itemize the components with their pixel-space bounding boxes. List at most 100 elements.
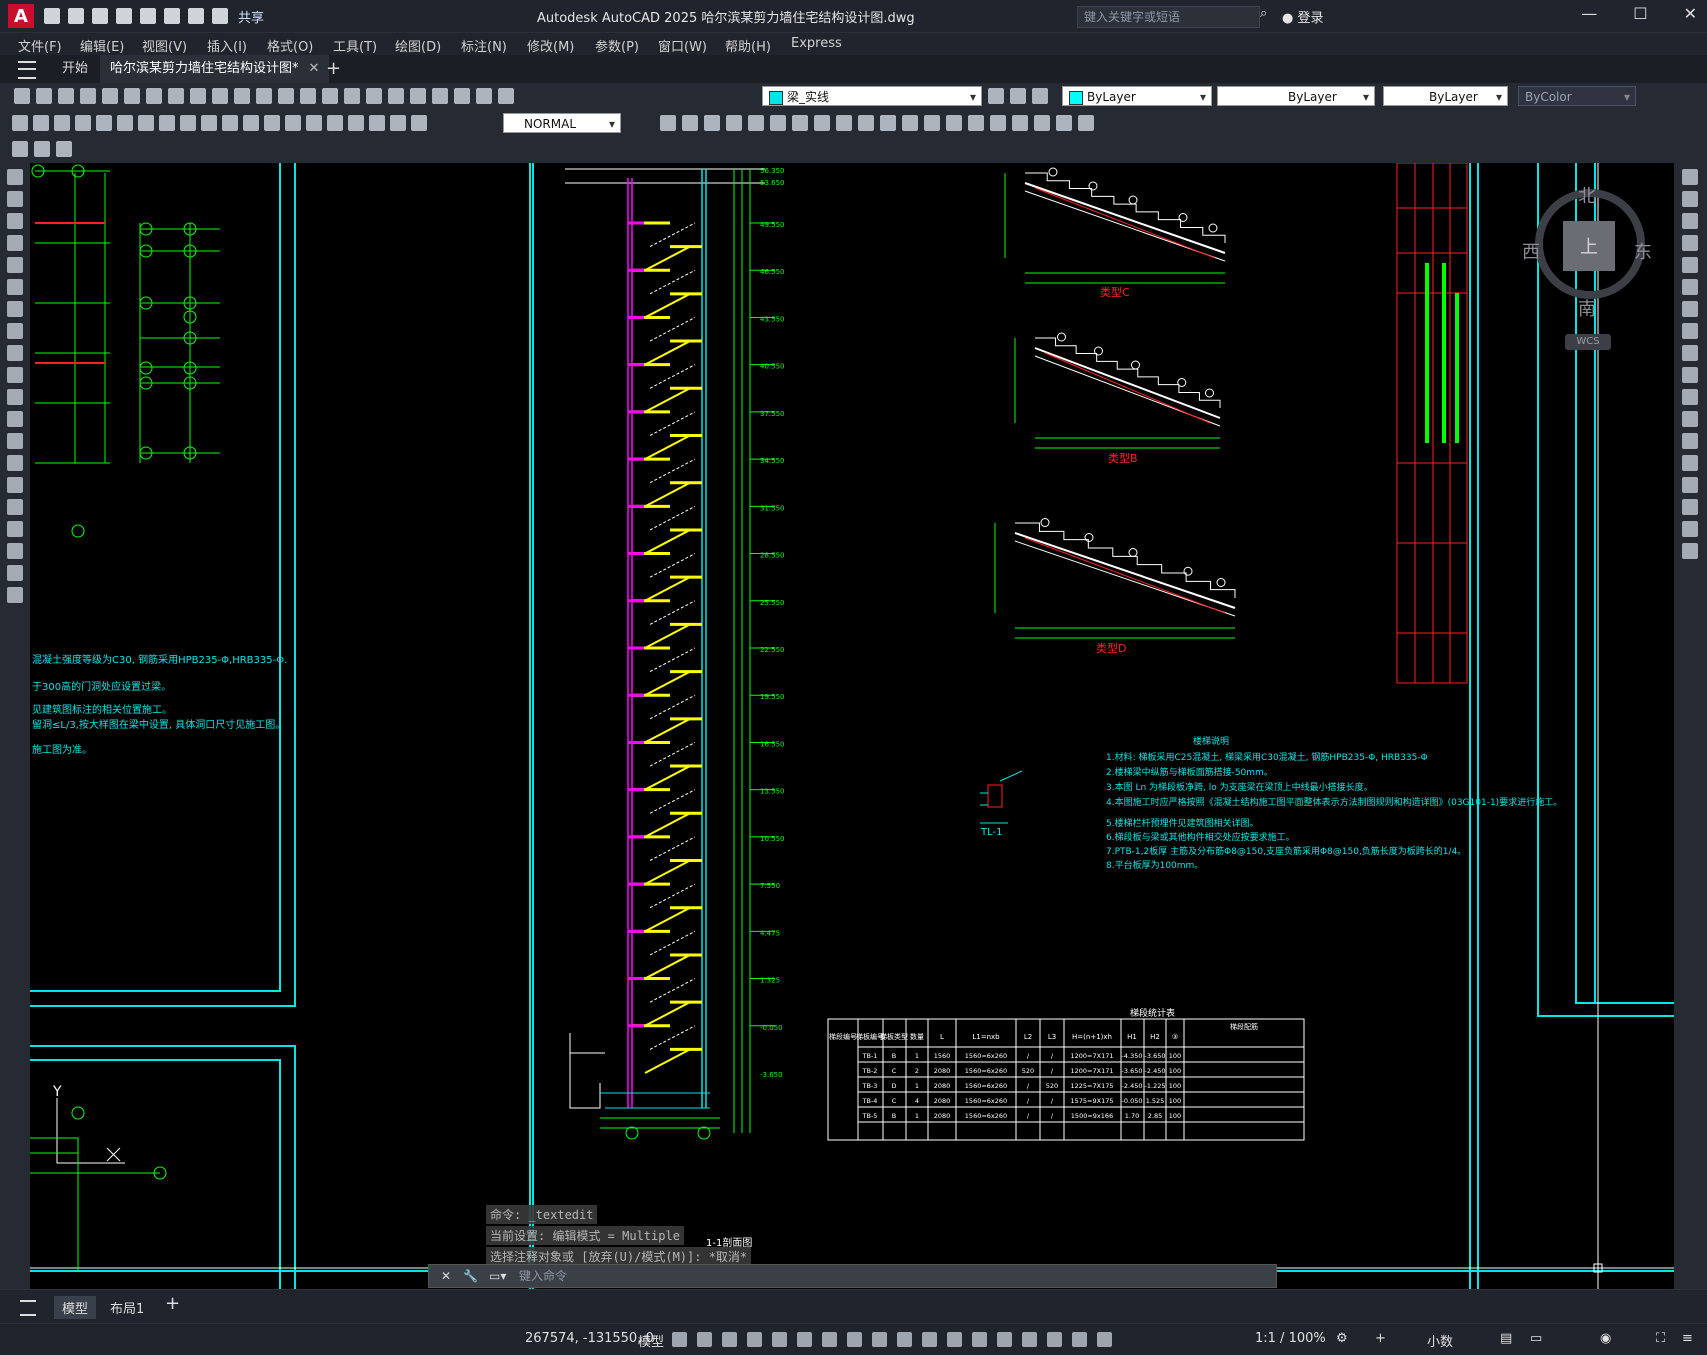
- add-selected-icon[interactable]: [7, 587, 23, 603]
- text-style-dropdown[interactable]: NORMAL ▾: [503, 113, 621, 133]
- viewcube-south[interactable]: 南: [1578, 295, 1596, 321]
- revcloud-icon[interactable]: [7, 323, 23, 339]
- rotate-icon[interactable]: [792, 115, 808, 131]
- ortho-icon[interactable]: [772, 1332, 787, 1347]
- menu-format[interactable]: 格式(O): [267, 36, 313, 55]
- polygon-icon[interactable]: [7, 235, 23, 251]
- dim-angular-icon[interactable]: [159, 115, 175, 131]
- infer-icon[interactable]: [722, 1332, 737, 1347]
- menu-insert[interactable]: 插入(I): [207, 36, 247, 55]
- new-file-icon[interactable]: [14, 88, 30, 104]
- jogged-linear-icon[interactable]: [348, 115, 364, 131]
- r-chamfer-icon[interactable]: [1682, 477, 1698, 493]
- explode-icon[interactable]: [990, 115, 1006, 131]
- grid-icon[interactable]: [672, 1332, 687, 1347]
- redo-tb-icon[interactable]: [234, 88, 250, 104]
- tab-layout1[interactable]: 布局1: [110, 1298, 144, 1317]
- view-icon[interactable]: [1078, 115, 1094, 131]
- line-icon[interactable]: [7, 169, 23, 185]
- offset-icon[interactable]: [726, 115, 742, 131]
- save-icon[interactable]: [92, 8, 108, 24]
- r-copy-icon[interactable]: [1682, 191, 1698, 207]
- r-offset-icon[interactable]: [1682, 235, 1698, 251]
- customize-icon[interactable]: 🔧: [463, 1265, 478, 1287]
- insert-block-icon[interactable]: [34, 141, 50, 157]
- osnap-icon[interactable]: [872, 1332, 887, 1347]
- dim-edit-icon[interactable]: [369, 115, 385, 131]
- insert-icon[interactable]: [7, 411, 23, 427]
- menu-tools[interactable]: 工具(T): [333, 36, 377, 55]
- login-button[interactable]: ● 登录: [1282, 7, 1324, 26]
- menu-modify[interactable]: 修改(M): [527, 36, 574, 55]
- dim-text-edit-icon[interactable]: [390, 115, 406, 131]
- make-block-icon[interactable]: [7, 433, 23, 449]
- menu-window[interactable]: 窗口(W): [658, 36, 707, 55]
- search-input[interactable]: 键入关键字或短语: [1077, 6, 1260, 28]
- dim-jogged-icon[interactable]: [117, 115, 133, 131]
- r-scale-icon[interactable]: [1682, 323, 1698, 339]
- color-dropdown[interactable]: ByLayer ▾: [1062, 86, 1212, 106]
- r-rotate-icon[interactable]: [1682, 301, 1698, 317]
- dynamic-input-icon[interactable]: [747, 1332, 762, 1347]
- r-array-icon[interactable]: [1682, 257, 1698, 273]
- dim-radius-icon[interactable]: [96, 115, 112, 131]
- open-file-icon[interactable]: [36, 88, 52, 104]
- match-prop-icon[interactable]: [190, 88, 206, 104]
- dim-break-icon[interactable]: [264, 115, 280, 131]
- table-icon[interactable]: [7, 543, 23, 559]
- fillet-icon[interactable]: [968, 115, 984, 131]
- circle-icon[interactable]: [7, 301, 23, 317]
- zoom-icon[interactable]: [278, 88, 294, 104]
- dim-continue-icon[interactable]: [222, 115, 238, 131]
- close-icon[interactable]: ✕: [1684, 4, 1697, 23]
- tool-palette-icon[interactable]: [366, 88, 382, 104]
- annotation-visibility-icon[interactable]: [1072, 1332, 1087, 1347]
- ellipse-icon[interactable]: [7, 367, 23, 383]
- ellipse-arc-icon[interactable]: [7, 389, 23, 405]
- mirror-icon[interactable]: [704, 115, 720, 131]
- layer-previous-icon[interactable]: [1010, 88, 1026, 104]
- design-center-icon[interactable]: [344, 88, 360, 104]
- menu-edit[interactable]: 编辑(E): [80, 36, 124, 55]
- lineweight-icon[interactable]: [897, 1332, 912, 1347]
- wblock-icon[interactable]: [56, 141, 72, 157]
- viewcube-west[interactable]: 西: [1522, 238, 1540, 264]
- search-icon[interactable]: ⌕: [1260, 6, 1267, 21]
- selection-cycle-icon[interactable]: [947, 1332, 962, 1347]
- menu-draw[interactable]: 绘图(D): [395, 36, 441, 55]
- layer-props-icon[interactable]: [432, 88, 448, 104]
- new-icon[interactable]: [44, 8, 60, 24]
- viewcube-north[interactable]: 北: [1578, 182, 1596, 208]
- r-stretch-icon[interactable]: [1682, 345, 1698, 361]
- hamburger-menu-icon[interactable]: [18, 61, 36, 79]
- customization-icon[interactable]: ≡: [1682, 1331, 1693, 1346]
- new-tab-icon[interactable]: +: [316, 55, 351, 83]
- snap-icon[interactable]: [697, 1332, 712, 1347]
- autoscale-icon[interactable]: [1097, 1332, 1112, 1347]
- array-icon[interactable]: [748, 115, 764, 131]
- properties-icon[interactable]: [322, 88, 338, 104]
- menu-view[interactable]: 视图(V): [142, 36, 187, 55]
- layout-menu-icon[interactable]: [20, 1300, 36, 1316]
- open-icon[interactable]: [68, 8, 84, 24]
- isodraft-icon[interactable]: [822, 1332, 837, 1347]
- plotstyle-dropdown[interactable]: ByColor ▾: [1518, 86, 1636, 106]
- block-icon[interactable]: [12, 141, 28, 157]
- join-icon[interactable]: [924, 115, 940, 131]
- dim-ordinate-icon[interactable]: [75, 115, 91, 131]
- redo-icon[interactable]: [212, 8, 228, 24]
- minimize-icon[interactable]: —: [1581, 4, 1597, 23]
- command-input[interactable]: 键入命令: [519, 1265, 567, 1287]
- linetype-dropdown[interactable]: ByLayer ▾: [1217, 86, 1375, 106]
- r-erase-icon[interactable]: [1682, 169, 1698, 185]
- r-break-icon[interactable]: [1682, 433, 1698, 449]
- layer-match-icon[interactable]: [1032, 88, 1048, 104]
- workspace-gear-icon[interactable]: ⚙: [1336, 1331, 1348, 1346]
- close-command-icon[interactable]: ✕: [441, 1265, 451, 1287]
- sun-icon[interactable]: [476, 88, 492, 104]
- fullscreen-icon[interactable]: ⛶: [1656, 1331, 1665, 1346]
- r-break-point-icon[interactable]: [1682, 411, 1698, 427]
- 3dosnap-icon[interactable]: [972, 1332, 987, 1347]
- break-icon[interactable]: [902, 115, 918, 131]
- r-extend-icon[interactable]: [1682, 389, 1698, 405]
